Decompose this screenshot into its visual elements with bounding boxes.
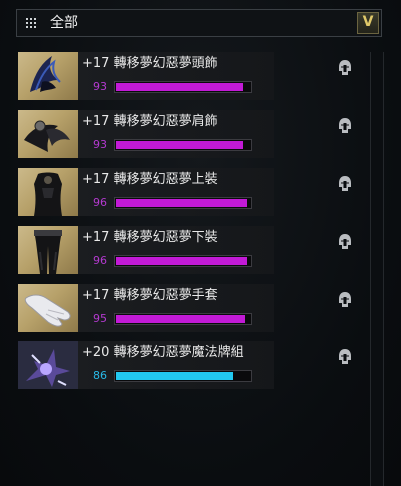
item-level: 93 <box>93 138 107 151</box>
helmet-icon <box>18 52 78 100</box>
item-name: +17 轉移夢幻惡夢手套 <box>82 288 218 303</box>
item-progress-bar <box>114 313 252 325</box>
item-progress-fill <box>116 372 233 380</box>
item-progress-bar <box>114 370 252 382</box>
gloves-icon <box>18 284 78 332</box>
equipment-item[interactable]: +17 轉移夢幻惡夢下裝 96 <box>18 226 368 274</box>
grid-icon <box>26 18 38 30</box>
item-name: +17 轉移夢幻惡夢肩飾 <box>82 114 218 129</box>
shoulder-icon <box>18 110 78 158</box>
helmet-lock-icon[interactable] <box>336 291 354 309</box>
equipment-item[interactable]: +17 轉移夢幻惡夢上裝 96 <box>18 168 368 216</box>
chevron-down-icon[interactable]: V <box>357 12 379 34</box>
item-progress-fill <box>116 83 243 91</box>
item-level: 96 <box>93 254 107 267</box>
equipment-item[interactable]: +17 轉移夢幻惡夢頭飾 93 <box>18 52 368 100</box>
item-level: 96 <box>93 196 107 209</box>
top-armor-icon <box>18 168 78 216</box>
equipment-list: +17 轉移夢幻惡夢頭飾 93 +17 轉移夢幻惡夢肩飾 93 +17 轉移夢幻惡夢上裝… <box>18 52 368 486</box>
item-progress-fill <box>116 141 243 149</box>
card-deck-icon <box>18 341 78 389</box>
equipment-item[interactable]: +17 轉移夢幻惡夢手套 95 <box>18 284 368 332</box>
item-progress-bar <box>114 197 252 209</box>
equipment-item[interactable]: +20 轉移夢幻惡夢魔法牌組 86 <box>18 341 368 389</box>
item-name: +17 轉移夢幻惡夢下裝 <box>82 230 218 245</box>
equipment-item[interactable]: +17 轉移夢幻惡夢肩飾 93 <box>18 110 368 158</box>
helmet-lock-icon[interactable] <box>336 233 354 251</box>
helmet-lock-icon[interactable] <box>336 348 354 366</box>
helmet-lock-icon[interactable] <box>336 175 354 193</box>
filter-dropdown[interactable]: 全部 V <box>16 9 382 37</box>
scrollbar[interactable] <box>370 52 384 486</box>
item-name: +17 轉移夢幻惡夢頭飾 <box>82 56 218 71</box>
item-progress-bar <box>114 81 252 93</box>
item-progress-bar <box>114 139 252 151</box>
item-name: +17 轉移夢幻惡夢上裝 <box>82 172 218 187</box>
item-level: 86 <box>93 369 107 382</box>
helmet-lock-icon[interactable] <box>336 59 354 77</box>
item-progress-bar <box>114 255 252 267</box>
filter-label: 全部 <box>50 15 78 31</box>
item-name: +20 轉移夢幻惡夢魔法牌組 <box>82 345 244 360</box>
helmet-lock-icon[interactable] <box>336 117 354 135</box>
item-level: 93 <box>93 80 107 93</box>
item-level: 95 <box>93 312 107 325</box>
item-progress-fill <box>116 199 247 207</box>
item-progress-fill <box>116 315 246 323</box>
bottom-armor-icon <box>18 226 78 274</box>
equipment-panel: 全部 V +17 轉移夢幻惡夢頭飾 93 +17 轉移夢幻惡夢肩飾 93 +17 轉移夢… <box>0 0 401 486</box>
item-progress-fill <box>116 257 247 265</box>
